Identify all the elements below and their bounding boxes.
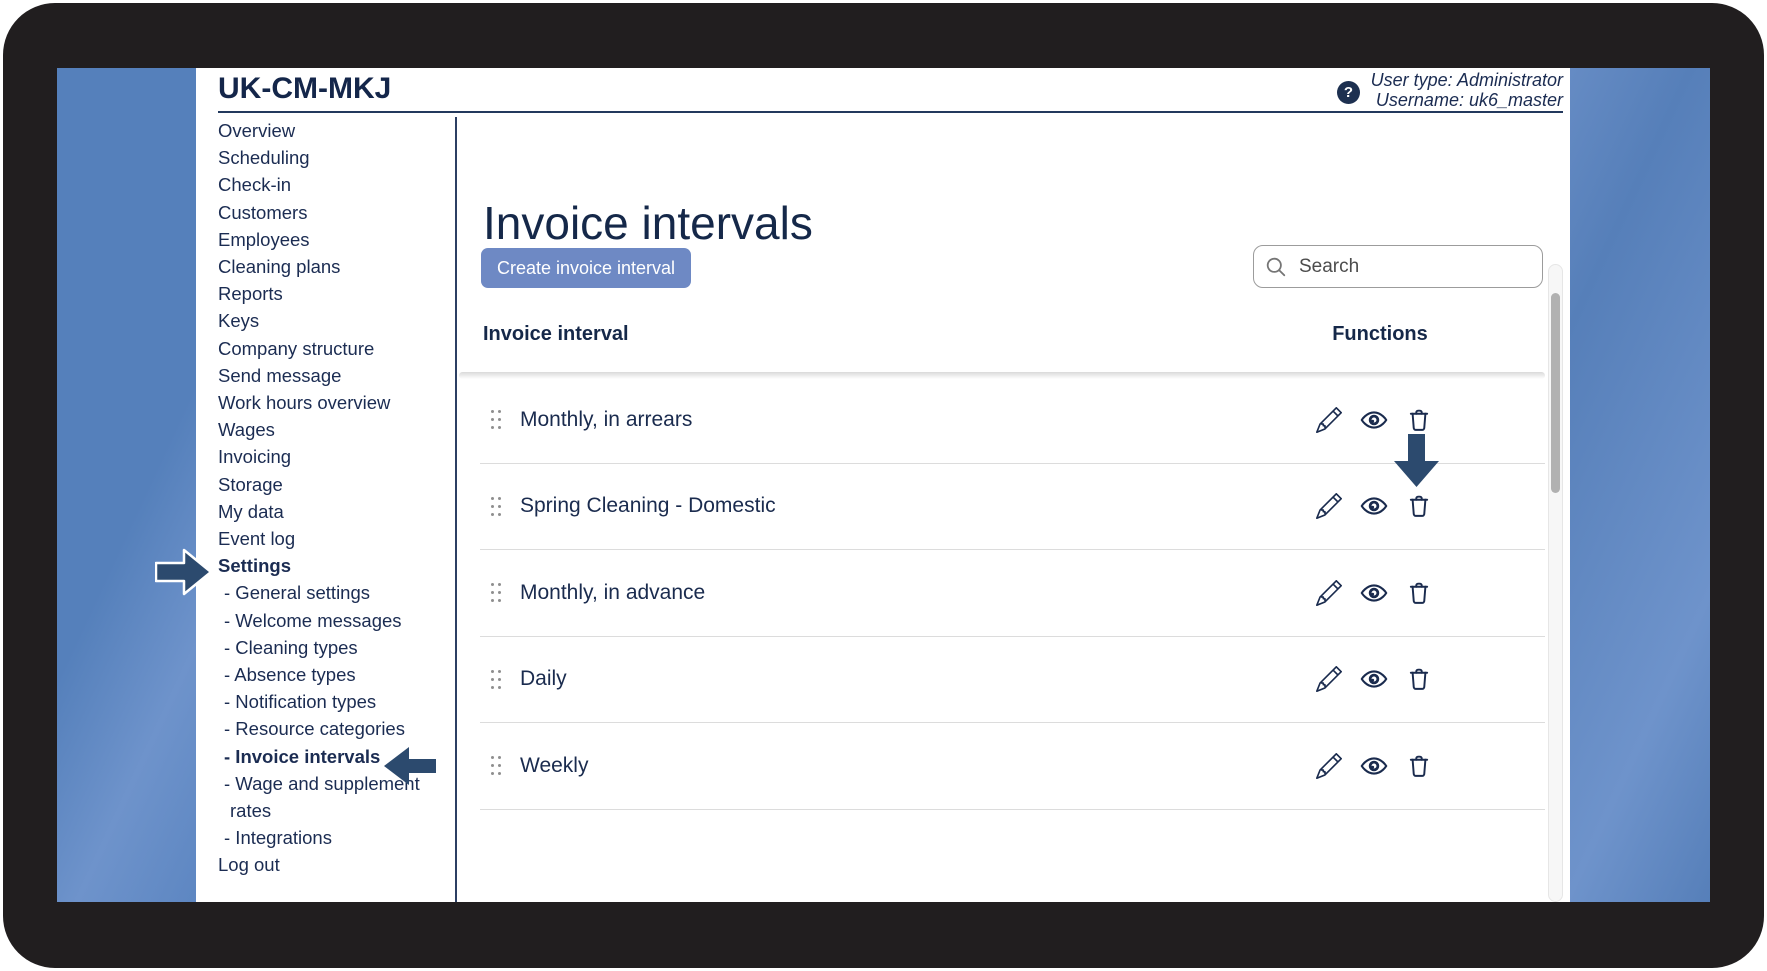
- edit-button[interactable]: [1315, 406, 1343, 434]
- search-icon: [1264, 255, 1288, 279]
- eye-icon: [1360, 752, 1388, 780]
- edit-button[interactable]: [1315, 752, 1343, 780]
- edit-button[interactable]: [1315, 579, 1343, 607]
- sidebar-item-cleaning-types[interactable]: - Cleaning types: [218, 634, 450, 661]
- eye-icon: [1360, 406, 1388, 434]
- app-title: UK-CM-MKJ: [218, 72, 391, 106]
- trash-icon: [1406, 493, 1432, 519]
- column-header-invoice-interval: Invoice interval: [483, 323, 629, 346]
- delete-button[interactable]: [1405, 752, 1433, 780]
- row-label: Weekly: [520, 754, 588, 778]
- table-row: Weekly: [480, 723, 1545, 810]
- sidebar-item-resource-categories[interactable]: - Resource categories: [218, 715, 450, 742]
- delete-button[interactable]: [1405, 665, 1433, 693]
- desktop-background: UK-CM-MKJ ? User type: Administrator Use…: [57, 68, 1710, 902]
- view-button[interactable]: [1360, 665, 1388, 693]
- delete-button[interactable]: [1405, 406, 1433, 434]
- help-icon[interactable]: ?: [1337, 81, 1360, 104]
- eye-icon: [1360, 665, 1388, 693]
- table-row: Daily: [480, 637, 1545, 724]
- search-box: [1253, 245, 1543, 288]
- username-label: Username: uk6_master: [1371, 90, 1563, 110]
- view-button[interactable]: [1360, 492, 1388, 520]
- sidebar-item-wages[interactable]: Wages: [218, 416, 450, 443]
- sidebar-item-general-settings[interactable]: - General settings: [218, 579, 450, 606]
- invoice-intervals-annotation-arrow-icon: [383, 745, 437, 787]
- scrollbar-thumb[interactable]: [1551, 293, 1560, 493]
- user-type-label: User type: Administrator: [1371, 70, 1563, 90]
- sidebar-item-invoicing[interactable]: Invoicing: [218, 443, 450, 470]
- row-actions: [1315, 406, 1433, 434]
- sidebar-item-integrations[interactable]: - Integrations: [218, 824, 450, 851]
- trash-icon: [1406, 666, 1432, 692]
- header-divider: [218, 111, 1563, 113]
- sidebar-item-settings[interactable]: Settings: [218, 552, 450, 579]
- view-button[interactable]: [1360, 406, 1388, 434]
- pencil-icon: [1316, 580, 1342, 606]
- pencil-icon: [1316, 407, 1342, 433]
- page-title: Invoice intervals: [483, 197, 813, 249]
- search-input[interactable]: [1297, 255, 1532, 279]
- delete-button[interactable]: [1405, 579, 1433, 607]
- sidebar-item-event-log[interactable]: Event log: [218, 525, 450, 552]
- sidebar-item-overview[interactable]: Overview: [218, 117, 450, 144]
- edit-button[interactable]: [1315, 665, 1343, 693]
- sidebar-item-scheduling[interactable]: Scheduling: [218, 144, 450, 171]
- row-label: Spring Cleaning - Domestic: [520, 494, 776, 518]
- pencil-icon: [1316, 493, 1342, 519]
- sidebar-item-absence-types[interactable]: - Absence types: [218, 661, 450, 688]
- sidebar-item-work-hours-overview[interactable]: Work hours overview: [218, 389, 450, 416]
- sidebar-item-company-structure[interactable]: Company structure: [218, 335, 450, 362]
- sidebar-item-notification-types[interactable]: - Notification types: [218, 688, 450, 715]
- row-actions: [1315, 492, 1433, 520]
- invoice-table-body: Monthly, in arrears: [480, 377, 1545, 810]
- sidebar-item-cleaning-plans[interactable]: Cleaning plans: [218, 253, 450, 280]
- row-label: Monthly, in advance: [520, 581, 705, 605]
- drag-handle[interactable]: [491, 670, 501, 689]
- row-label: Monthly, in arrears: [520, 408, 692, 432]
- row-actions: [1315, 752, 1433, 780]
- sidebar-item-storage[interactable]: Storage: [218, 471, 450, 498]
- column-header-functions: Functions: [1316, 323, 1444, 346]
- sidebar-item-check-in[interactable]: Check-in: [218, 171, 450, 198]
- sidebar-item-my-data[interactable]: My data: [218, 498, 450, 525]
- trash-icon: [1406, 753, 1432, 779]
- sidebar-divider: [455, 117, 457, 902]
- delete-annotation-arrow-icon: [1393, 433, 1440, 489]
- pencil-icon: [1316, 666, 1342, 692]
- pencil-icon: [1316, 753, 1342, 779]
- eye-icon: [1360, 579, 1388, 607]
- table-row: Monthly, in arrears: [480, 377, 1545, 464]
- trash-icon: [1406, 580, 1432, 606]
- sidebar-item-welcome-messages[interactable]: - Welcome messages: [218, 607, 450, 634]
- sidebar-item-log-out[interactable]: Log out: [218, 851, 450, 878]
- sidebar-item-reports[interactable]: Reports: [218, 280, 450, 307]
- trash-icon: [1406, 407, 1432, 433]
- edit-button[interactable]: [1315, 492, 1343, 520]
- drag-handle[interactable]: [491, 583, 501, 602]
- drag-handle[interactable]: [491, 497, 501, 516]
- view-button[interactable]: [1360, 579, 1388, 607]
- sidebar-item-send-message[interactable]: Send message: [218, 362, 450, 389]
- drag-handle[interactable]: [491, 756, 501, 775]
- table-row: Spring Cleaning - Domestic: [480, 464, 1545, 551]
- drag-handle[interactable]: [491, 410, 501, 429]
- sidebar-item-customers[interactable]: Customers: [218, 199, 450, 226]
- eye-icon: [1360, 492, 1388, 520]
- table-row: Monthly, in advance: [480, 550, 1545, 637]
- row-actions: [1315, 579, 1433, 607]
- create-invoice-interval-button[interactable]: Create invoice interval: [481, 248, 691, 288]
- app-window: UK-CM-MKJ ? User type: Administrator Use…: [196, 68, 1570, 902]
- settings-annotation-arrow-icon: [155, 546, 213, 598]
- user-info: User type: Administrator Username: uk6_m…: [1371, 70, 1563, 110]
- view-button[interactable]: [1360, 752, 1388, 780]
- row-actions: [1315, 665, 1433, 693]
- row-label: Daily: [520, 667, 567, 691]
- delete-button[interactable]: [1405, 492, 1433, 520]
- sidebar-item-keys[interactable]: Keys: [218, 307, 450, 334]
- sidebar-item-employees[interactable]: Employees: [218, 226, 450, 253]
